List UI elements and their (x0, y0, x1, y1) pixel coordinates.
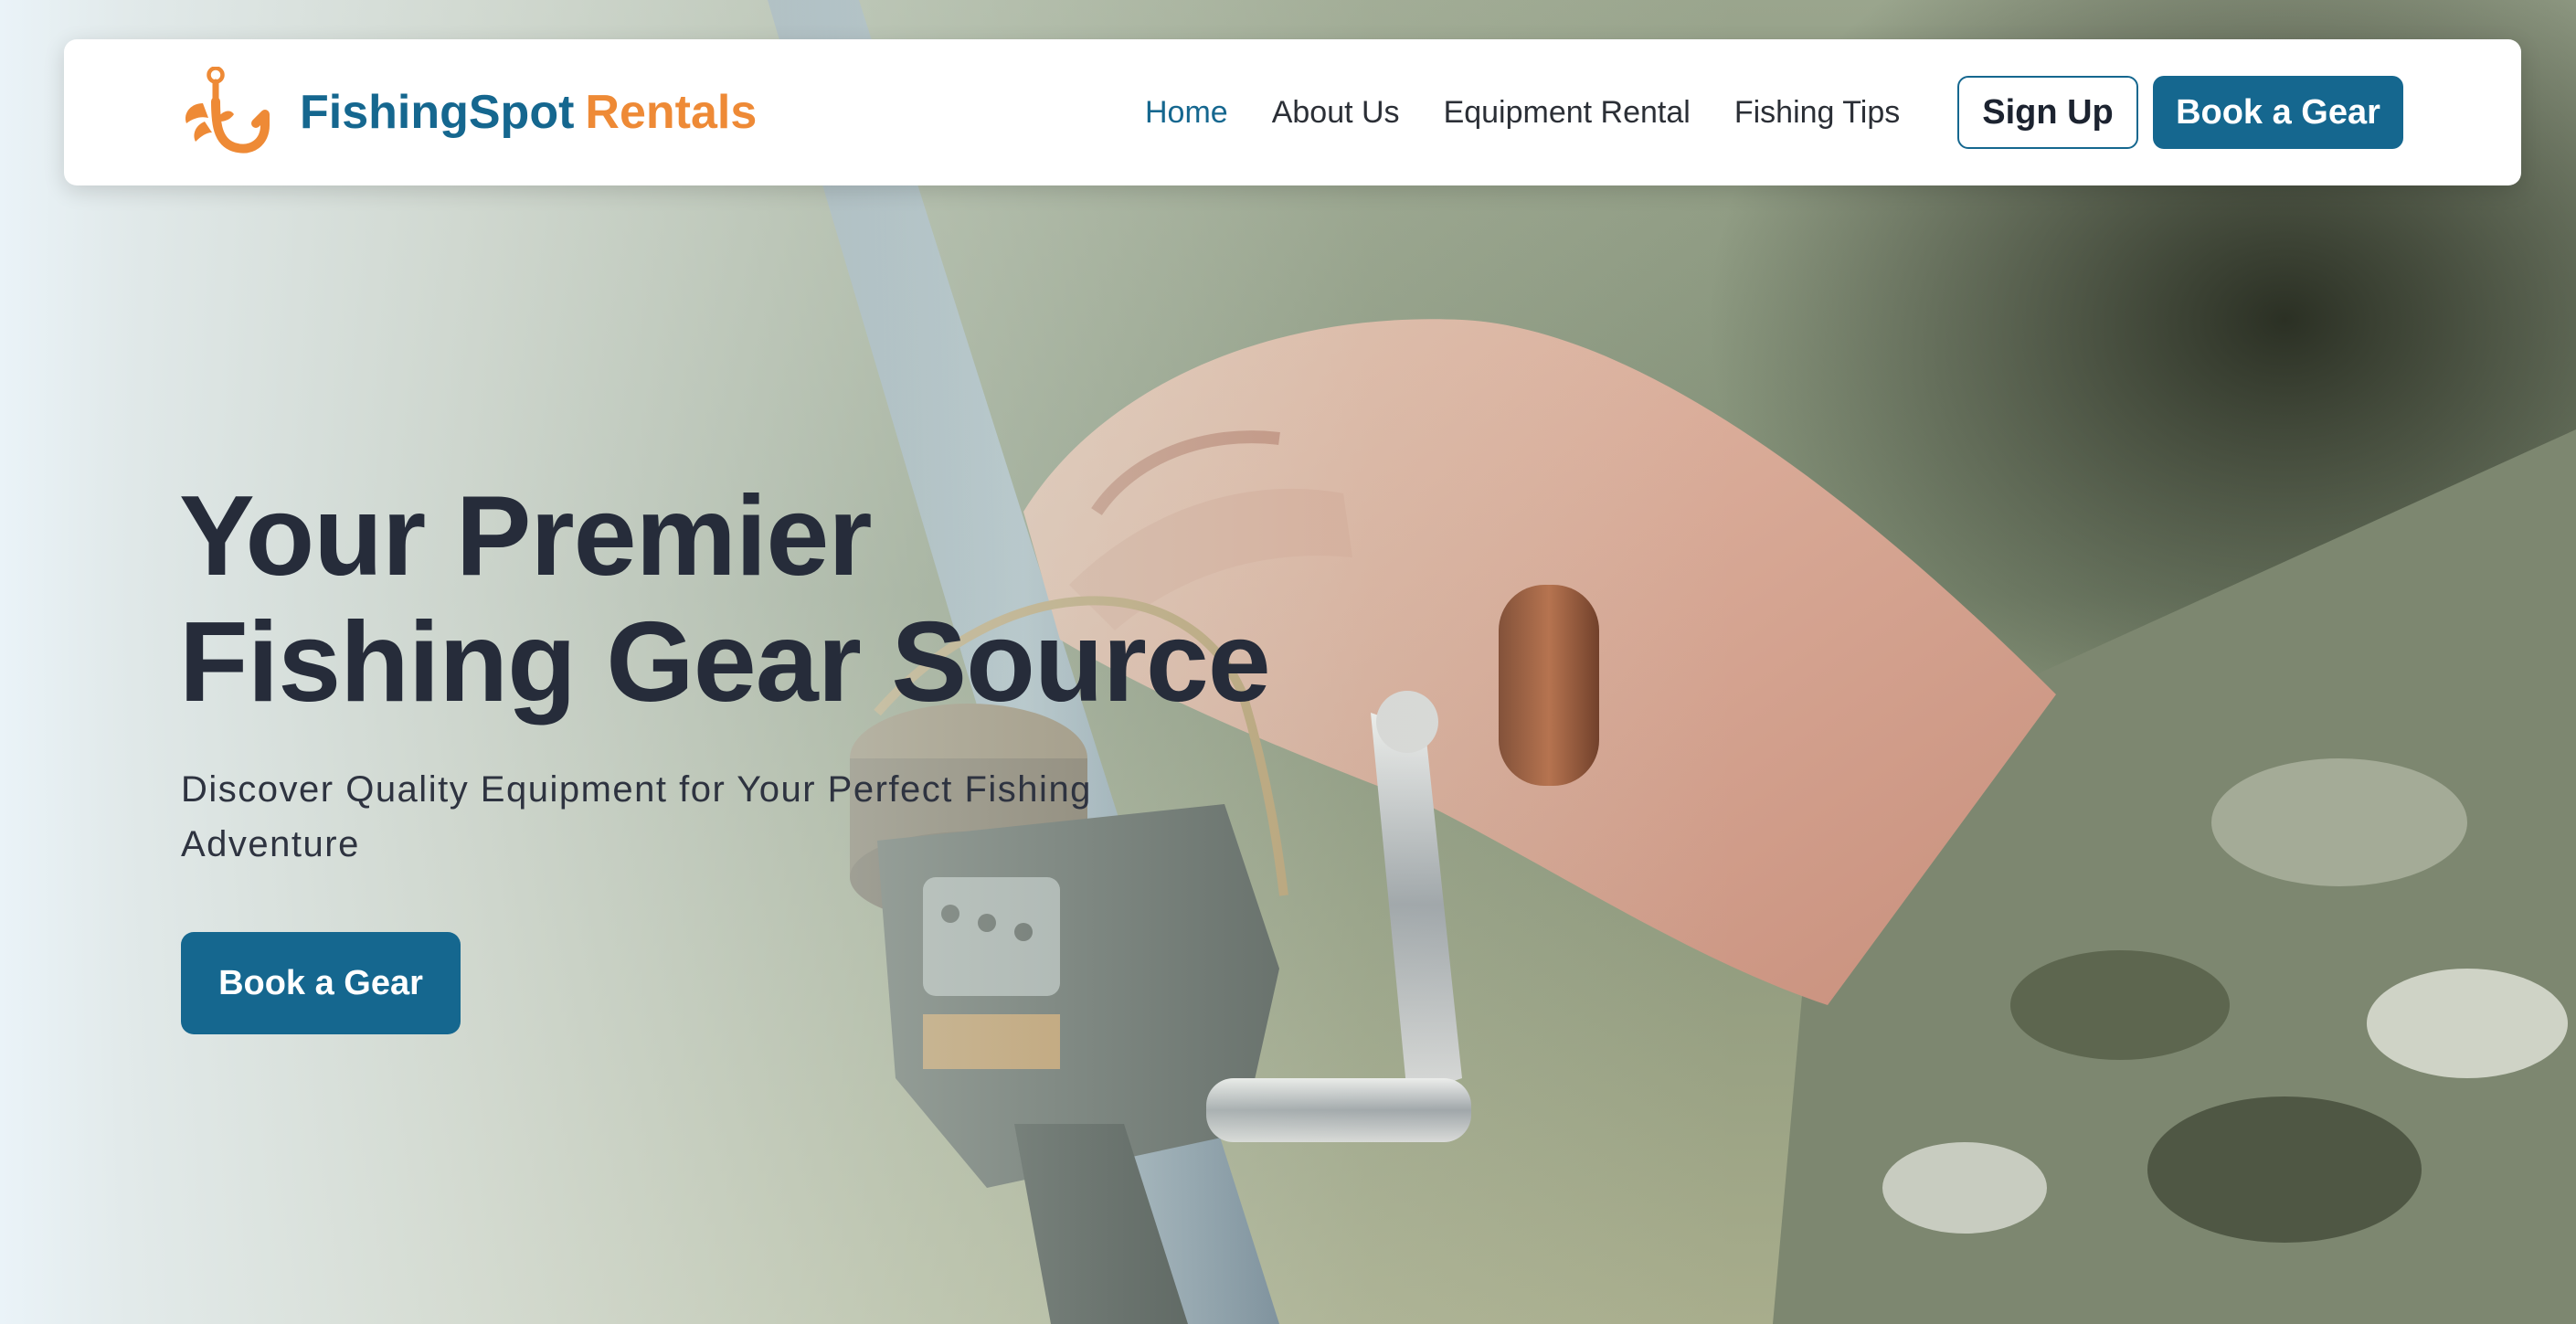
nav-link-home[interactable]: Home (1145, 95, 1228, 131)
hero-section: FishingSpot Rentals Home About Us Equipme… (0, 0, 2576, 1324)
sign-up-button[interactable]: Sign Up (1957, 76, 2138, 149)
brand-logo[interactable]: FishingSpot Rentals (181, 67, 757, 158)
fishing-hook-icon (185, 67, 270, 154)
hero-title: Your Premier Fishing Gear Source (179, 473, 1367, 726)
brand-name: FishingSpot Rentals (300, 85, 757, 140)
hero-title-line-2: Fishing Gear Source (179, 599, 1271, 726)
nav-link-equipment-rental[interactable]: Equipment Rental (1444, 95, 1691, 131)
brand-name-secondary: Rentals (585, 86, 758, 139)
nav-link-about-us[interactable]: About Us (1272, 95, 1400, 131)
navbar: FishingSpot Rentals Home About Us Equipme… (64, 39, 2521, 185)
book-gear-hero-button[interactable]: Book a Gear (181, 932, 461, 1034)
main-navigation: Home About Us Equipment Rental Fishing T… (1145, 39, 1900, 185)
hero-title-line-1: Your Premier (179, 473, 873, 599)
hero-subtitle: Discover Quality Equipment for Your Perf… (181, 769, 1092, 864)
book-gear-nav-button[interactable]: Book a Gear (2153, 76, 2403, 149)
nav-link-fishing-tips[interactable]: Fishing Tips (1734, 95, 1900, 131)
brand-name-primary: FishingSpot (300, 86, 575, 139)
